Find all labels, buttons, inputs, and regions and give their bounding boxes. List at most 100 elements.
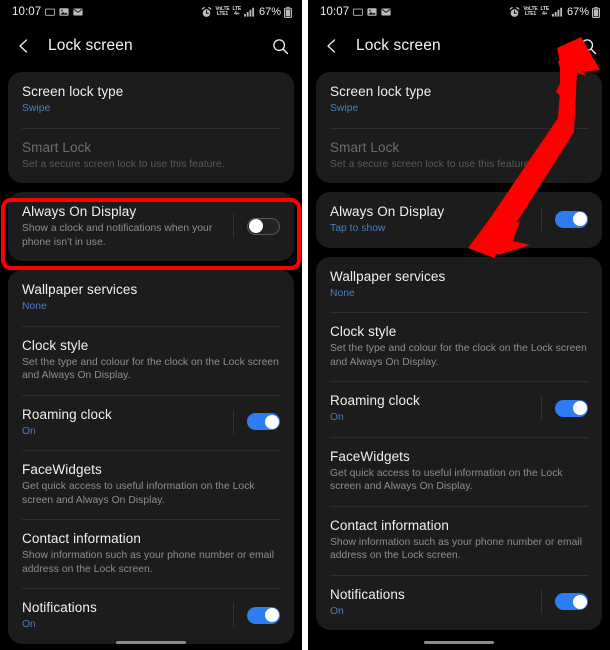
- battery-icon: [284, 6, 292, 18]
- notifications-toggle[interactable]: [247, 606, 280, 624]
- always-on-display-toggle[interactable]: [555, 210, 588, 228]
- setting-row-contact-information[interactable]: Contact information Show information such…: [316, 505, 602, 575]
- phone-screen-before: 10:07 VoLTE LTE1 LTE 4+ 67% Lock screen …: [0, 0, 302, 650]
- setting-row-clock-style[interactable]: Clock style Set the type and colour for t…: [316, 312, 602, 381]
- gesture-bar[interactable]: [308, 641, 610, 644]
- setting-row-screen-lock-type[interactable]: Screen lock type Swipe: [8, 72, 294, 128]
- setting-row-screen-lock-type[interactable]: Screen lock type Swipe: [316, 72, 602, 128]
- setting-title: Contact information: [22, 531, 141, 546]
- setting-row-always-on-display[interactable]: Always On Display Tap to show: [316, 192, 602, 248]
- setting-title: Wallpaper services: [330, 268, 446, 284]
- alarm-icon: [509, 6, 520, 18]
- app-bar: Lock screen: [308, 24, 610, 68]
- setting-subtitle: Get quick access to useful information o…: [330, 467, 563, 493]
- battery-percent-label: 67%: [258, 6, 281, 18]
- setting-texts: Clock style Set the type and colour for t…: [22, 337, 280, 383]
- setting-row-smart-lock: Smart Lock Set a secure screen lock to us…: [316, 127, 602, 184]
- settings-list[interactable]: Screen lock type Swipe Smart Lock Set a sec…: [0, 68, 302, 644]
- setting-subtitle: Set a secure screen lock to use this fea…: [22, 158, 225, 170]
- setting-texts: Screen lock type Swipe: [22, 83, 280, 116]
- back-chevron-icon[interactable]: [14, 36, 34, 56]
- signal-bars-icon: [243, 7, 255, 17]
- setting-row-wallpaper-services[interactable]: Wallpaper services None: [8, 270, 294, 326]
- notifications-toggle[interactable]: [555, 593, 588, 611]
- settings-card: Wallpaper services None Clock style Set the…: [8, 270, 294, 644]
- status-bar-clock: 10:07: [12, 6, 42, 18]
- setting-title: Wallpaper services: [22, 282, 138, 297]
- alarm-icon: [201, 6, 212, 18]
- message-icon: [381, 7, 391, 17]
- settings-list[interactable]: Screen lock type Swipe Smart Lock Set a sec…: [308, 68, 610, 630]
- phone-screen-after: 10:07 VoLTE LTE1 LTE 4+ 67% Lock screen …: [308, 0, 610, 650]
- toggle-knob: [265, 608, 279, 623]
- setting-texts: Screen lock type Swipe: [330, 83, 588, 116]
- setting-title: Roaming clock: [22, 406, 112, 422]
- setting-texts: FaceWidgets Get quick access to useful in…: [330, 448, 588, 494]
- volte-icon: VoLTE LTE1: [523, 6, 538, 17]
- setting-row-roaming-clock[interactable]: Roaming clock On: [8, 394, 294, 451]
- setting-row-notifications[interactable]: Notifications On: [8, 588, 294, 644]
- setting-subtitle: Get quick access to useful information o…: [22, 481, 255, 506]
- battery-icon: [592, 6, 600, 18]
- image-icon: [59, 7, 69, 17]
- roaming-clock-toggle[interactable]: [247, 413, 280, 431]
- image-icon: [367, 7, 377, 17]
- volte-icon: VoLTE LTE1: [215, 6, 230, 17]
- back-chevron-icon[interactable]: [322, 36, 342, 56]
- toggle-area: [221, 214, 280, 238]
- setting-texts: Smart Lock Set a secure screen lock to us…: [330, 139, 588, 172]
- setting-texts: Roaming clock On: [22, 406, 221, 439]
- setting-row-clock-style[interactable]: Clock style Set the type and colour for t…: [8, 325, 294, 395]
- setting-title: Always On Display: [22, 204, 137, 219]
- roaming-clock-toggle[interactable]: [555, 399, 588, 417]
- setting-texts: Wallpaper services None: [22, 281, 280, 314]
- setting-subtitle: Set the type and colour for the clock on…: [330, 343, 587, 368]
- toggle-divider: [541, 396, 542, 421]
- setting-row-contact-information[interactable]: Contact information Show information such…: [8, 519, 294, 588]
- setting-texts: Contact information Show information such…: [330, 517, 588, 563]
- setting-row-roaming-clock[interactable]: Roaming clock On: [316, 381, 602, 437]
- settings-card: Wallpaper services None Clock style Set the…: [316, 256, 602, 631]
- setting-texts: Contact information Show information such…: [22, 530, 280, 576]
- search-icon[interactable]: [578, 36, 598, 56]
- page-title: Lock screen: [48, 37, 133, 54]
- toggle-area: [529, 396, 588, 421]
- setting-subtitle: On: [22, 425, 36, 437]
- settings-card: Screen lock type Swipe Smart Lock Set a sec…: [8, 72, 294, 183]
- toggle-divider: [541, 589, 542, 614]
- setting-title: Contact information: [330, 517, 449, 533]
- toggle-area: [529, 207, 588, 232]
- settings-card: Always On Display Tap to show: [316, 192, 602, 248]
- setting-subtitle: On: [330, 605, 344, 617]
- setting-subtitle: On: [22, 619, 36, 630]
- panel-divider: [302, 0, 308, 650]
- setting-title: Smart Lock: [330, 139, 400, 155]
- toggle-divider: [233, 214, 234, 238]
- setting-row-wallpaper-services[interactable]: Wallpaper services None: [316, 257, 602, 313]
- battery-percent-label: 67%: [566, 6, 589, 18]
- status-bar: 10:07 VoLTE LTE1 LTE 4+ 67%: [308, 0, 610, 24]
- setting-row-facewidgets[interactable]: FaceWidgets Get quick access to useful in…: [8, 450, 294, 519]
- setting-subtitle: None: [22, 301, 47, 312]
- toggle-area: [529, 589, 588, 614]
- always-on-display-toggle[interactable]: [247, 217, 280, 235]
- toggle-knob: [265, 414, 279, 429]
- setting-row-smart-lock: Smart Lock Set a secure screen lock to us…: [8, 127, 294, 184]
- settings-card: Always On Display Show a clock and notifi…: [8, 192, 294, 261]
- setting-title: FaceWidgets: [330, 448, 410, 464]
- search-icon[interactable]: [270, 36, 290, 56]
- lte-icon: LTE 4+: [232, 6, 241, 17]
- setting-subtitle: Set the type and colour for the clock on…: [22, 356, 279, 382]
- gesture-bar[interactable]: [0, 641, 302, 644]
- setting-row-notifications[interactable]: Notifications On: [316, 574, 602, 631]
- toggle-divider: [233, 603, 234, 628]
- settings-card: Screen lock type Swipe Smart Lock Set a sec…: [316, 72, 602, 183]
- setting-texts: FaceWidgets Get quick access to useful in…: [22, 461, 280, 507]
- setting-subtitle: Tap to show: [330, 223, 386, 234]
- setting-row-always-on-display[interactable]: Always On Display Show a clock and notifi…: [8, 192, 294, 261]
- toggle-area: [221, 409, 280, 434]
- setting-subtitle: Swipe: [22, 103, 51, 114]
- setting-subtitle: Show a clock and notifications when your…: [22, 223, 213, 248]
- lte-icon: LTE 4+: [540, 6, 549, 17]
- setting-row-facewidgets[interactable]: FaceWidgets Get quick access to useful in…: [316, 436, 602, 506]
